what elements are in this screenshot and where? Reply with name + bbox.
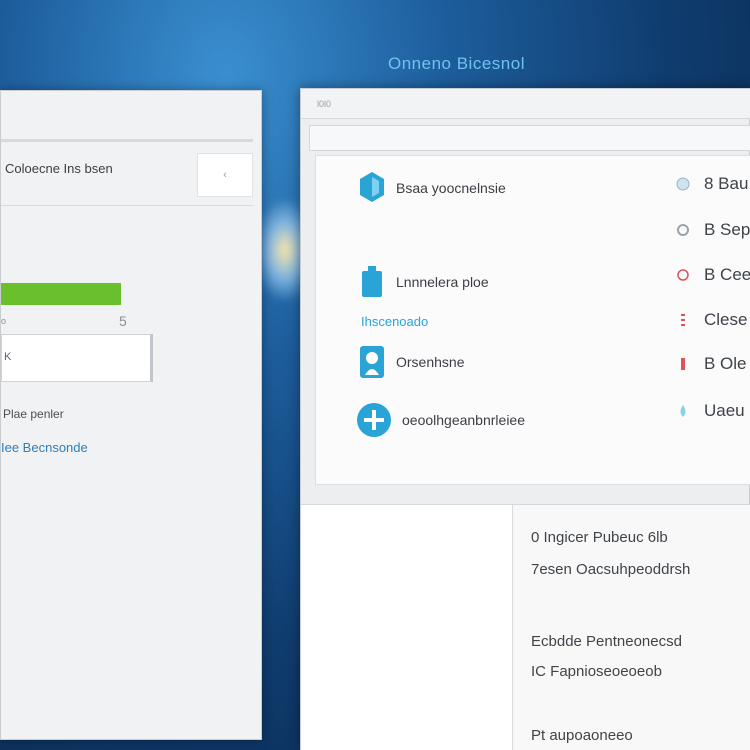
side-item-4-label: Clese — [704, 310, 748, 329]
app-item-3-label: Orsenhsne — [396, 354, 465, 370]
side-item-6[interactable]: Uaeu — [676, 401, 745, 421]
progress-row-number: 5 — [119, 313, 127, 329]
side-item-3[interactable]: B Cee — [676, 265, 750, 285]
right-window: l0l0 Bsaa yoocnelnsie Lnnnelera ploe Ihs… — [300, 88, 750, 750]
side-item-2[interactable]: B Sep — [676, 220, 750, 240]
plus-app-icon — [356, 402, 392, 438]
person-app-icon — [358, 346, 386, 378]
cloud-app-icon — [358, 172, 386, 202]
right-titlebar: l0l0 — [301, 89, 750, 119]
app-item-3[interactable]: Orsenhsne — [358, 346, 465, 378]
globe-icon — [676, 177, 690, 191]
gear-icon — [676, 223, 690, 237]
chevron-left-icon: ‹ — [223, 169, 227, 181]
bars-icon — [676, 357, 690, 371]
left-header-button[interactable]: ‹ — [197, 153, 253, 197]
app-list-panel: Bsaa yoocnelnsie Lnnnelera ploe Ihscenoa… — [315, 155, 750, 485]
drop-icon — [676, 404, 690, 418]
left-header-text: Coloecne Ins bsen — [5, 161, 113, 176]
app-item-1-label: Bsaa yoocnelnsie — [396, 180, 506, 196]
side-item-6-label: Uaeu — [704, 401, 745, 420]
app-item-4[interactable]: oeoolhgeanbnrleiee — [356, 402, 525, 438]
details-panel: 0 Ingicer Pubeuc 6lb 7esen Oacsuhpeoddrs… — [301, 504, 750, 750]
detail-line-3: Ecbdde Pentneonecsd — [531, 633, 682, 650]
address-bar[interactable] — [309, 125, 750, 151]
phone-app-icon — [358, 266, 386, 297]
app-item-4-label: oeoolhgeanbnrleiee — [402, 412, 525, 428]
clock-icon — [676, 268, 690, 282]
side-item-2-label: B Sep — [704, 220, 750, 239]
side-item-5[interactable]: B Ole — [676, 354, 747, 374]
detail-line-5: Pt aupoaoneeo — [531, 727, 633, 744]
detail-line-2: 7esen Oacsuhpeoddrsh — [531, 561, 691, 578]
left-toolbar — [1, 139, 253, 142]
side-item-5-label: B Ole — [704, 354, 747, 373]
detail-line-4: IC Fapnioseoeoeob — [531, 663, 662, 680]
desktop-title: Onneno Bicesnol — [388, 54, 525, 73]
app-link[interactable]: Ihscenoado — [361, 314, 428, 329]
side-item-4[interactable]: Clese — [676, 310, 747, 330]
details-left-pane — [301, 505, 513, 750]
left-section-title: Plae penler — [3, 407, 64, 421]
detail-line-1: 0 Ingicer Pubeuc 6lb — [531, 529, 668, 546]
app-item-1[interactable]: Bsaa yoocnelnsie — [358, 172, 506, 202]
left-section-link[interactable]: Iee Becnsonde — [1, 440, 88, 455]
app-item-2-label: Lnnnelera ploe — [396, 274, 489, 290]
left-window: Coloecne Ins bsen ‹ o 5 K Plae penler Ie… — [0, 90, 262, 740]
progress-row-label: o — [1, 316, 7, 326]
side-item-1[interactable]: 8 Bau — [676, 174, 748, 194]
right-titlebar-text: l0l0 — [317, 99, 332, 109]
progress-bar — [1, 283, 121, 305]
left-input-field[interactable]: K — [1, 334, 153, 382]
list-icon — [676, 313, 690, 327]
side-item-1-label: 8 Bau — [704, 174, 749, 193]
progress-fill — [1, 283, 121, 305]
app-item-2[interactable]: Lnnnelera ploe — [358, 266, 489, 297]
side-item-3-label: B Cee — [704, 265, 750, 284]
